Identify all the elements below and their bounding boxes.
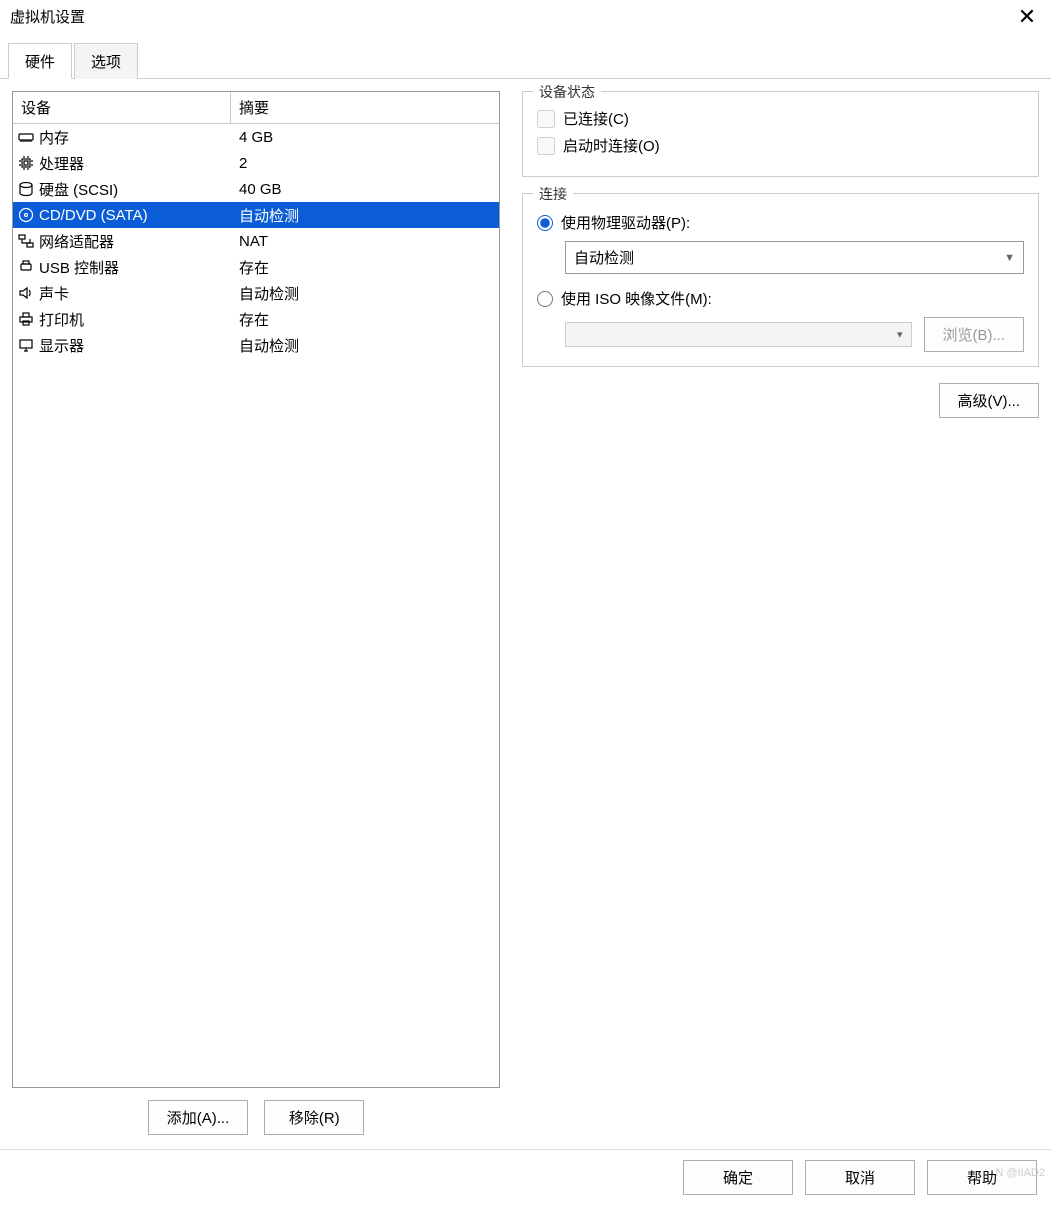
device-summary: 存在 xyxy=(231,309,499,330)
device-label: 内存 xyxy=(39,127,69,148)
window-title: 虚拟机设置 xyxy=(10,6,85,27)
group-title-connection: 连接 xyxy=(533,184,573,204)
device-summary: 自动检测 xyxy=(231,283,499,304)
cd-icon xyxy=(17,206,35,224)
label-physical: 使用物理驱动器(P): xyxy=(561,212,690,233)
input-iso-path[interactable]: ▾ xyxy=(565,322,912,347)
footer: 确定 取消 帮助 xyxy=(0,1149,1051,1205)
group-device-status: 设备状态 已连接(C) 启动时连接(O) xyxy=(522,91,1039,177)
device-label: CD/DVD (SATA) xyxy=(39,207,148,224)
device-table: 设备 摘要 内存 4 GB 处理器 2 硬盘 (SCSI) 40 GB CD/DVD (SA… xyxy=(12,91,500,1088)
watermark: N @IIAD2 xyxy=(995,1167,1045,1179)
device-summary: 自动检测 xyxy=(231,335,499,356)
group-title-status: 设备状态 xyxy=(533,82,601,102)
radio-iso[interactable] xyxy=(537,291,553,307)
group-connection: 连接 使用物理驱动器(P): 自动检测 ▼ 使用 ISO 映像文件(M): xyxy=(522,193,1039,367)
table-row[interactable]: 网络适配器 NAT xyxy=(13,228,499,254)
remove-button[interactable]: 移除(R) xyxy=(264,1100,364,1135)
add-button[interactable]: 添加(A)... xyxy=(148,1100,249,1135)
table-row[interactable]: 声卡 自动检测 xyxy=(13,280,499,306)
ok-button[interactable]: 确定 xyxy=(683,1160,793,1195)
header-summary[interactable]: 摘要 xyxy=(231,92,499,124)
device-label: 显示器 xyxy=(39,335,84,356)
device-summary: 40 GB xyxy=(231,181,499,198)
table-row[interactable]: 显示器 自动检测 xyxy=(13,332,499,358)
table-row[interactable]: 硬盘 (SCSI) 40 GB xyxy=(13,176,499,202)
table-row[interactable]: USB 控制器 存在 xyxy=(13,254,499,280)
browse-button[interactable]: 浏览(B)... xyxy=(924,317,1025,352)
table-row[interactable]: 打印机 存在 xyxy=(13,306,499,332)
advanced-button[interactable]: 高级(V)... xyxy=(939,383,1040,418)
label-iso: 使用 ISO 映像文件(M): xyxy=(561,288,712,309)
device-summary: 存在 xyxy=(231,257,499,278)
chevron-down-icon: ▼ xyxy=(1004,252,1015,264)
device-label: 处理器 xyxy=(39,153,84,174)
device-label: 声卡 xyxy=(39,283,69,304)
checkbox-connected[interactable] xyxy=(537,110,555,128)
select-physical-value: 自动检测 xyxy=(574,247,634,268)
device-label: 打印机 xyxy=(39,309,84,330)
titlebar: 虚拟机设置 ✕ xyxy=(0,0,1051,34)
network-icon xyxy=(17,232,35,250)
select-physical-drive[interactable]: 自动检测 ▼ xyxy=(565,241,1024,274)
table-row[interactable]: CD/DVD (SATA) 自动检测 xyxy=(13,202,499,228)
disk-icon xyxy=(17,180,35,198)
device-label: USB 控制器 xyxy=(39,257,119,278)
header-device[interactable]: 设备 xyxy=(13,92,231,124)
label-connect-poweron: 启动时连接(O) xyxy=(563,135,660,156)
display-icon xyxy=(17,336,35,354)
usb-icon xyxy=(17,258,35,276)
tab-hardware[interactable]: 硬件 xyxy=(8,43,72,79)
device-label: 硬盘 (SCSI) xyxy=(39,179,118,200)
device-summary: NAT xyxy=(231,233,499,250)
device-summary: 自动检测 xyxy=(231,205,499,226)
device-summary: 4 GB xyxy=(231,129,499,146)
sound-icon xyxy=(17,284,35,302)
device-summary: 2 xyxy=(231,155,499,172)
memory-icon xyxy=(17,128,35,146)
table-row[interactable]: 内存 4 GB xyxy=(13,124,499,150)
table-row[interactable]: 处理器 2 xyxy=(13,150,499,176)
cpu-icon xyxy=(17,154,35,172)
close-icon[interactable]: ✕ xyxy=(1013,6,1041,28)
label-connected: 已连接(C) xyxy=(563,108,629,129)
checkbox-connect-poweron[interactable] xyxy=(537,137,555,155)
cancel-button[interactable]: 取消 xyxy=(805,1160,915,1195)
printer-icon xyxy=(17,310,35,328)
radio-physical[interactable] xyxy=(537,215,553,231)
tab-bar: 硬件 选项 xyxy=(0,34,1051,79)
chevron-down-icon: ▾ xyxy=(897,328,903,341)
device-label: 网络适配器 xyxy=(39,231,114,252)
tab-options[interactable]: 选项 xyxy=(74,43,138,79)
